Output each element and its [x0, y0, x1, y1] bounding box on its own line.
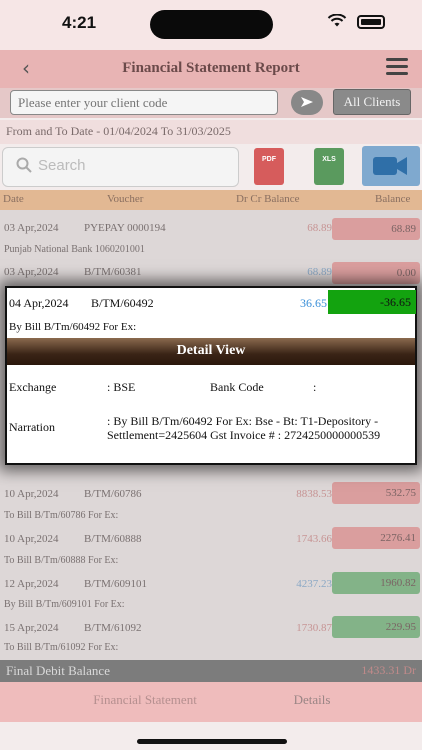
battery-icon — [357, 15, 385, 29]
hamburger-icon[interactable] — [386, 58, 408, 76]
wifi-icon — [327, 13, 347, 32]
modal-sub: By Bill B/Tm/60492 For Ex: — [9, 321, 137, 333]
exchange-label: Exchange — [9, 380, 57, 394]
status-time: 4:21 — [62, 13, 97, 32]
arrow-right-icon[interactable] — [291, 90, 323, 115]
modal-date: 04 Apr,2024 — [9, 296, 69, 310]
video-button[interactable] — [362, 146, 420, 186]
video-camera-icon — [373, 157, 407, 175]
modal-amount: 36.65 — [300, 296, 327, 310]
col-drcr: Dr Cr Balance — [236, 193, 300, 205]
search-icon — [16, 157, 32, 177]
search-placeholder: Search — [38, 157, 86, 174]
final-balance-value: 1433.31 Dr — [361, 663, 416, 677]
pdf-export-button[interactable]: PDF — [246, 146, 292, 186]
final-balance-label: Final Debit Balance — [6, 663, 110, 678]
client-code-input[interactable] — [10, 90, 278, 115]
xls-export-button[interactable]: XLS — [306, 146, 352, 186]
tab-financial-statement[interactable]: Financial Statement — [0, 692, 290, 708]
pdf-icon: PDF — [254, 148, 284, 185]
detail-modal: 04 Apr,2024 B/TM/60492 36.65 -36.65 By B… — [5, 286, 417, 465]
bank-code-label: Bank Code — [210, 380, 264, 394]
col-balance: Balance — [375, 193, 411, 205]
modal-title: Detail View — [176, 343, 246, 358]
narration-value: : By Bill B/Tm/60492 For Ex: Bse - Bt: T… — [107, 414, 381, 442]
all-clients-button[interactable]: All Clients — [333, 89, 411, 115]
home-indicator — [137, 739, 287, 744]
date-range: From and To Date - 01/04/2024 To 31/03/2… — [6, 124, 231, 138]
table-header: Date Voucher Dr Cr Balance Balance — [0, 190, 422, 210]
xls-icon: XLS — [314, 148, 344, 185]
bank-code-value: : — [313, 380, 317, 394]
exchange-value: : BSE — [107, 380, 136, 394]
narration-label: Narration — [9, 420, 55, 434]
dynamic-island — [150, 10, 273, 39]
tab-details[interactable]: Details — [290, 692, 334, 708]
modal-balance: -36.65 — [328, 290, 416, 314]
modal-voucher: B/TM/60492 — [91, 296, 154, 310]
col-voucher: Voucher — [107, 193, 144, 205]
col-date: Date — [3, 193, 24, 205]
page-title: Financial Statement Report — [122, 60, 300, 76]
